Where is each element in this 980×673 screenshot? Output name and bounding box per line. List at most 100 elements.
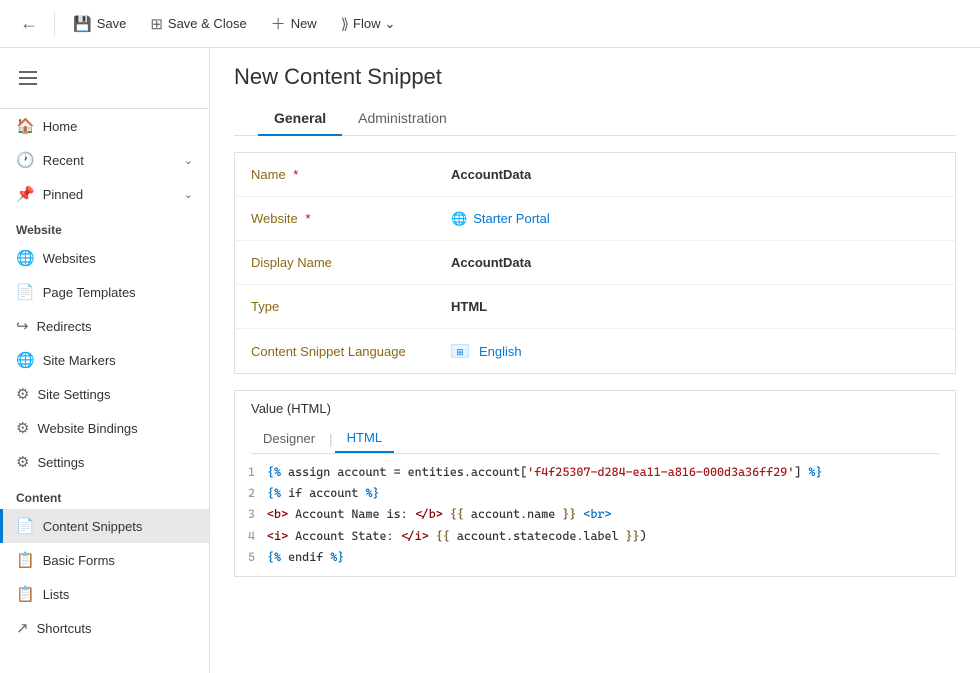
type-label: Type bbox=[251, 299, 451, 314]
sidebar-item-website-bindings-label: Website Bindings bbox=[37, 421, 193, 436]
website-label: Website * bbox=[251, 211, 451, 226]
form-section: Name * AccountData Website * 🌐 Starter P… bbox=[234, 152, 956, 374]
page-templates-icon: 📄 bbox=[16, 283, 35, 301]
website-required: * bbox=[302, 211, 311, 226]
line-code-2: {% if account %} bbox=[267, 484, 380, 503]
sidebar-item-redirects-label: Redirects bbox=[37, 319, 193, 334]
lists-icon: 📋 bbox=[16, 585, 35, 603]
back-icon: ← bbox=[20, 13, 38, 33]
sidebar-item-site-markers[interactable]: 🌐 Site Markers bbox=[0, 343, 209, 377]
sidebar-item-recent[interactable]: 🕐 Recent ⌄ bbox=[0, 143, 209, 177]
form-row-content-snippet-language: Content Snippet Language ⊞ English bbox=[235, 329, 955, 373]
line-num-3: 3 bbox=[235, 505, 267, 524]
sidebar-item-shortcuts-label: Shortcuts bbox=[37, 621, 193, 636]
sidebar-item-home-label: Home bbox=[43, 119, 193, 134]
sidebar-item-websites[interactable]: 🌐 Websites bbox=[0, 241, 209, 275]
sidebar-item-recent-label: Recent bbox=[43, 153, 176, 168]
content-section-header: Content bbox=[0, 479, 209, 509]
sidebar-item-home[interactable]: 🏠 Home bbox=[0, 109, 209, 143]
value-section: Value (HTML) Designer | HTML 1 {% assign… bbox=[234, 390, 956, 577]
form-row-website: Website * 🌐 Starter Portal bbox=[235, 197, 955, 241]
code-line-4: 4 <i> Account State: </i> {{ account.sta… bbox=[235, 526, 955, 547]
form-row-type: Type HTML bbox=[235, 285, 955, 329]
sidebar-item-basic-forms[interactable]: 📋 Basic Forms bbox=[0, 543, 209, 577]
form-content: Name * AccountData Website * 🌐 Starter P… bbox=[210, 136, 980, 390]
line-code-5: {% endif %} bbox=[267, 548, 344, 567]
sidebar-item-shortcuts[interactable]: ↗ Shortcuts bbox=[0, 611, 209, 645]
redirects-icon: ↪ bbox=[16, 317, 29, 335]
website-value[interactable]: 🌐 Starter Portal bbox=[451, 211, 939, 227]
sidebar-item-content-snippets-label: Content Snippets bbox=[43, 519, 193, 534]
name-required: * bbox=[290, 167, 299, 182]
code-line-5: 5 {% endif %} bbox=[235, 547, 955, 568]
flow-icon: ⟫ bbox=[341, 15, 349, 33]
form-row-name: Name * AccountData bbox=[235, 153, 955, 197]
sidebar-item-settings-label: Settings bbox=[37, 455, 193, 470]
sidebar-item-content-snippets[interactable]: 📄 Content Snippets bbox=[0, 509, 209, 543]
new-label: New bbox=[291, 16, 317, 31]
website-bindings-icon: ⚙ bbox=[16, 419, 29, 437]
main-layout: 🏠 Home 🕐 Recent ⌄ 📌 Pinned ⌄ Website 🌐 W… bbox=[0, 48, 980, 673]
globe-icon: 🌐 bbox=[451, 211, 467, 227]
sidebar-item-lists-label: Lists bbox=[43, 587, 193, 602]
sidebar-item-site-markers-label: Site Markers bbox=[43, 353, 193, 368]
line-num-4: 4 bbox=[235, 527, 267, 546]
value-header: Value (HTML) Designer | HTML bbox=[235, 391, 955, 454]
code-line-1: 1 {% assign account = entities.account['… bbox=[235, 462, 955, 483]
value-title: Value (HTML) bbox=[251, 401, 939, 416]
name-value: AccountData bbox=[451, 167, 939, 182]
value-tab-divider: | bbox=[327, 431, 335, 447]
save-close-label: Save & Close bbox=[168, 16, 247, 31]
tab-administration[interactable]: Administration bbox=[342, 102, 463, 136]
toolbar: ← 💾 Save ⊞ Save & Close ＋ New ⟫ Flow ⌄ bbox=[0, 0, 980, 48]
sidebar-item-settings[interactable]: ⚙ Settings bbox=[0, 445, 209, 479]
sidebar-item-site-settings-label: Site Settings bbox=[37, 387, 193, 402]
line-code-1: {% assign account = entities.account['f4… bbox=[267, 463, 822, 482]
settings-icon: ⚙ bbox=[16, 453, 29, 471]
shortcuts-icon: ↗ bbox=[16, 619, 29, 637]
content-area: New Content Snippet General Administrati… bbox=[210, 48, 980, 673]
display-name-value: AccountData bbox=[451, 255, 939, 270]
sidebar: 🏠 Home 🕐 Recent ⌄ 📌 Pinned ⌄ Website 🌐 W… bbox=[0, 48, 210, 673]
new-button[interactable]: ＋ New bbox=[261, 8, 327, 39]
name-label: Name * bbox=[251, 167, 451, 182]
tab-general[interactable]: General bbox=[258, 102, 342, 136]
line-code-3: <b> Account Name is: </b> {{ account.nam… bbox=[267, 505, 612, 524]
back-button[interactable]: ← bbox=[12, 8, 46, 39]
pinned-chevron-icon: ⌄ bbox=[184, 188, 193, 201]
sidebar-item-redirects[interactable]: ↪ Redirects bbox=[0, 309, 209, 343]
home-icon: 🏠 bbox=[16, 117, 35, 135]
save-label: Save bbox=[97, 16, 127, 31]
sidebar-item-lists[interactable]: 📋 Lists bbox=[0, 577, 209, 611]
website-section-header: Website bbox=[0, 211, 209, 241]
basic-forms-icon: 📋 bbox=[16, 551, 35, 569]
line-num-2: 2 bbox=[235, 484, 267, 503]
code-line-3: 3 <b> Account Name is: </b> {{ account.n… bbox=[235, 504, 955, 525]
sidebar-top bbox=[0, 48, 209, 109]
value-tab-designer[interactable]: Designer bbox=[251, 425, 327, 452]
site-settings-icon: ⚙ bbox=[16, 385, 29, 403]
sidebar-item-page-templates[interactable]: 📄 Page Templates bbox=[0, 275, 209, 309]
flow-button[interactable]: ⟫ Flow ⌄ bbox=[331, 10, 406, 38]
hamburger-button[interactable] bbox=[8, 60, 48, 96]
line-num-1: 1 bbox=[235, 463, 267, 482]
save-button[interactable]: 💾 Save bbox=[63, 10, 136, 38]
display-name-label: Display Name bbox=[251, 255, 451, 270]
sidebar-item-pinned[interactable]: 📌 Pinned ⌄ bbox=[0, 177, 209, 211]
content-snippet-language-value[interactable]: ⊞ English bbox=[451, 344, 939, 359]
tabs-bar: General Administration bbox=[234, 102, 956, 136]
new-icon: ＋ bbox=[271, 13, 286, 34]
lang-icon: ⊞ bbox=[451, 344, 469, 358]
pinned-icon: 📌 bbox=[16, 185, 35, 203]
sidebar-item-site-settings[interactable]: ⚙ Site Settings bbox=[0, 377, 209, 411]
content-snippets-icon: 📄 bbox=[16, 517, 35, 535]
value-tab-html[interactable]: HTML bbox=[335, 424, 394, 453]
sidebar-item-page-templates-label: Page Templates bbox=[43, 285, 193, 300]
type-value: HTML bbox=[451, 299, 939, 314]
websites-icon: 🌐 bbox=[16, 249, 35, 267]
value-tabs: Designer | HTML bbox=[251, 424, 939, 454]
flow-chevron-icon: ⌄ bbox=[385, 16, 396, 32]
sidebar-item-website-bindings[interactable]: ⚙ Website Bindings bbox=[0, 411, 209, 445]
save-close-button[interactable]: ⊞ Save & Close bbox=[140, 10, 256, 38]
hamburger-icon bbox=[19, 71, 37, 85]
